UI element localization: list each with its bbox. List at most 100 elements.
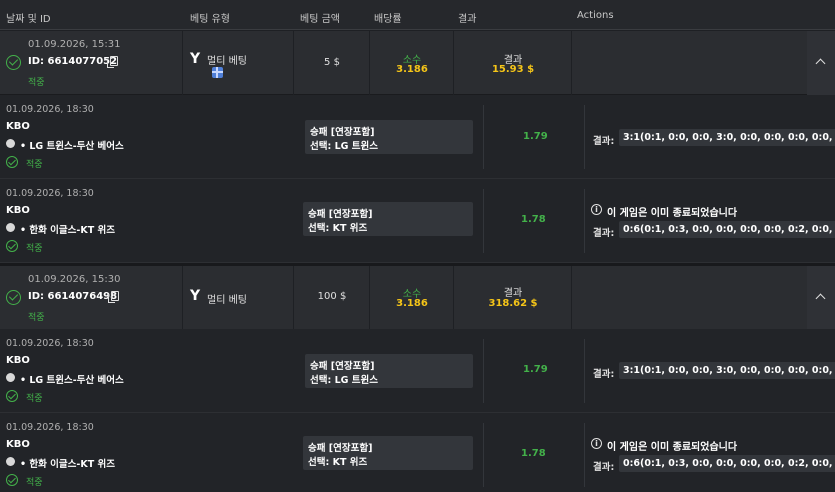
check-circle-icon — [6, 55, 21, 70]
leg-date: 01.09.2026, 18:30 — [6, 422, 94, 433]
score-value: 3:1(0:1, 0:0, 0:0, 3:0, 0:0, 0:0, 0:0, 0… — [619, 129, 835, 146]
score-value: 0:6(0:1, 0:3, 0:0, 0:0, 0:0, 0:0, 0:2, 0… — [619, 221, 835, 238]
bet-leg-row: 01.09.2026, 18:30 KBO • LG 트윈스-두산 베어스 적중… — [0, 329, 835, 413]
divider — [483, 105, 484, 169]
col-actions: Actions — [577, 10, 614, 21]
payout-value: 318.62 $ — [488, 298, 538, 309]
total-odds: 3.186 — [396, 64, 428, 75]
bet-type-cell: Y 멀티 베팅 — [183, 31, 294, 95]
leg-status: 적중 — [26, 478, 43, 488]
market-name: 승패 [연장포함] — [310, 361, 375, 372]
leg-teams: • LG 트윈스-두산 베어스 — [20, 375, 124, 386]
table-header: 날짜 및 ID 베팅 유형 베팅 금액 배당률 결과 Actions — [0, 0, 835, 30]
baseball-icon — [6, 223, 15, 232]
leg-odds: 1.79 — [523, 364, 548, 375]
payout-value: 15.93 $ — [491, 64, 535, 75]
market-box: 승패 [연장포함] 선택: KT 위즈 — [303, 202, 473, 236]
bet-id: ID: 6614077052 — [28, 56, 118, 67]
bet-date-id-cell: 01.09.2026, 15:30 ID: 6614076498 적중 — [0, 266, 183, 330]
leg-odds: 1.78 — [521, 448, 546, 459]
leg-date: 01.09.2026, 18:30 — [6, 104, 94, 115]
market-selection: 선택: LG 트윈스 — [310, 375, 378, 386]
score-value: 3:1(0:1, 0:0, 0:0, 3:0, 0:0, 0:0, 0:0, 0… — [619, 362, 835, 379]
bet-leg-row: 01.09.2026, 18:30 KBO • 한화 이글스-KT 위즈 적중 … — [0, 179, 835, 263]
bet-type-label: 멀티 베팅 — [207, 56, 247, 67]
bet-status: 적중 — [28, 313, 45, 323]
market-box: 승패 [연장포함] 선택: LG 트윈스 — [305, 354, 473, 388]
col-result: 결과 — [458, 14, 477, 25]
chevron-up-icon — [815, 58, 826, 69]
check-circle-icon — [6, 474, 18, 486]
leg-odds: 1.79 — [523, 131, 548, 142]
bet-amount-cell: 100 $ — [294, 266, 370, 330]
multi-bet-icon: Y — [190, 51, 201, 67]
score-label: 결과: — [593, 369, 615, 380]
baseball-icon — [6, 457, 15, 466]
leg-league: KBO — [6, 205, 30, 216]
total-odds: 3.186 — [396, 298, 428, 309]
bet-summary-row[interactable]: 01.09.2026, 15:30 ID: 6614076498 적중 Y 멀티… — [0, 266, 835, 330]
bet-odds-cell: 소수 3.186 — [370, 31, 454, 95]
bet-summary-row[interactable]: 01.09.2026, 15:31 ID: 6614077052 적중 Y 멀티… — [0, 31, 835, 95]
copy-icon[interactable] — [107, 56, 118, 68]
bet-result-cell: 결과 318.62 $ — [454, 266, 572, 330]
bet-date: 01.09.2026, 15:31 — [28, 39, 121, 50]
divider — [584, 189, 585, 253]
bet-leg-row: 01.09.2026, 18:30 KBO • LG 트윈스-두산 베어스 적중… — [0, 95, 835, 179]
divider — [483, 339, 484, 403]
multi-bet-icon: Y — [190, 288, 201, 304]
check-circle-icon — [6, 290, 21, 305]
market-box: 승패 [연장포함] 선택: LG 트윈스 — [305, 120, 473, 154]
collapse-button[interactable] — [807, 266, 835, 330]
bet-odds-cell: 소수 3.186 — [370, 266, 454, 330]
copy-icon[interactable] — [108, 291, 119, 303]
leg-status: 적중 — [26, 160, 43, 170]
leg-status: 적중 — [26, 244, 43, 254]
leg-league: KBO — [6, 355, 30, 366]
bet-date-id-cell: 01.09.2026, 15:31 ID: 6614077052 적중 — [0, 31, 183, 95]
leg-teams: • 한화 이글스-KT 위즈 — [20, 459, 115, 470]
result-label: 결과 — [503, 288, 523, 299]
score-value: 0:6(0:1, 0:3, 0:0, 0:0, 0:0, 0:0, 0:2, 0… — [619, 455, 835, 472]
chevron-up-icon — [815, 293, 826, 304]
market-selection: 선택: KT 위즈 — [308, 457, 368, 468]
col-bet-type: 베팅 유형 — [190, 14, 230, 25]
bet-amount: 100 $ — [317, 291, 347, 302]
check-circle-icon — [6, 390, 18, 402]
col-odds: 배당률 — [374, 14, 402, 25]
score-label: 결과: — [593, 228, 615, 239]
col-date-id: 날짜 및 ID — [6, 14, 51, 25]
leg-league: KBO — [6, 121, 30, 132]
score-label: 결과: — [593, 136, 615, 147]
baseball-icon — [6, 373, 15, 382]
leg-odds: 1.78 — [521, 214, 546, 225]
leg-teams: • 한화 이글스-KT 위즈 — [20, 225, 115, 236]
collapse-button[interactable] — [807, 31, 835, 95]
market-name: 승패 [연장포함] — [308, 443, 373, 454]
bet-type-label: 멀티 베팅 — [207, 295, 247, 306]
info-icon: i — [591, 204, 602, 215]
bet-date: 01.09.2026, 15:30 — [28, 274, 121, 285]
leg-status: 적중 — [26, 394, 43, 404]
check-circle-icon — [6, 240, 18, 252]
col-amount: 베팅 금액 — [300, 14, 340, 25]
divider — [483, 423, 484, 487]
divider — [584, 339, 585, 403]
leg-date: 01.09.2026, 18:30 — [6, 188, 94, 199]
market-selection: 선택: KT 위즈 — [308, 223, 368, 234]
bet-leg-row: 01.09.2026, 18:30 KBO • 한화 이글스-KT 위즈 적중 … — [0, 413, 835, 492]
check-circle-icon — [6, 156, 18, 168]
divider — [584, 105, 585, 169]
leg-date: 01.09.2026, 18:30 — [6, 338, 94, 349]
divider — [584, 423, 585, 487]
game-ended-notice: 이 게임은 이미 종료되었습니다 — [607, 208, 738, 219]
market-name: 승패 [연장포함] — [308, 209, 373, 220]
game-ended-notice: 이 게임은 이미 종료되었습니다 — [607, 442, 738, 453]
bet-type-cell: Y 멀티 베팅 — [183, 266, 294, 330]
market-box: 승패 [연장포함] 선택: KT 위즈 — [303, 436, 473, 470]
leg-league: KBO — [6, 439, 30, 450]
bet-result-cell: 결과 15.93 $ — [454, 31, 572, 95]
divider — [483, 189, 484, 253]
bet-status: 적중 — [28, 78, 45, 88]
gift-icon — [212, 67, 223, 78]
